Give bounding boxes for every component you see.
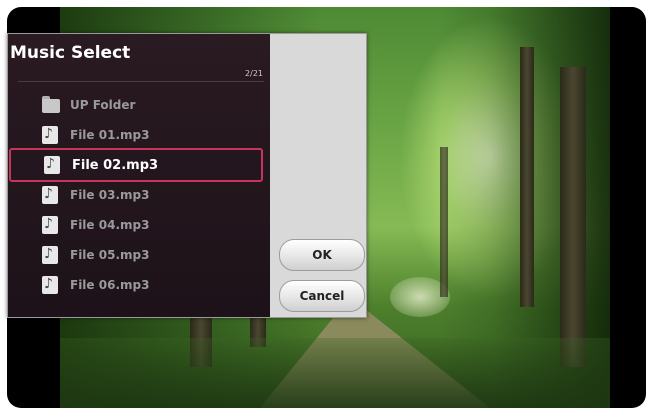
file-list-panel: Music Select 2/21 UP Folder ♪ File 01.mp… [8, 34, 270, 317]
music-file-icon: ♪ [41, 186, 61, 204]
music-file-icon: ♪ [41, 126, 61, 144]
page-indicator: 2/21 [245, 69, 263, 78]
list-item-label: File 02.mp3 [72, 157, 159, 173]
music-file-icon: ♪ [43, 156, 63, 174]
divider [18, 81, 264, 82]
cancel-button[interactable]: Cancel [279, 280, 365, 312]
folder-up-icon [41, 96, 61, 114]
music-select-dialog: Music Select 2/21 UP Folder ♪ File 01.mp… [7, 33, 367, 318]
list-item-label: File 06.mp3 [70, 278, 150, 292]
dialog-title: Music Select [10, 43, 131, 63]
list-item[interactable]: ♪ File 04.mp3 [36, 211, 256, 239]
list-item-label: UP Folder [70, 98, 136, 112]
list-item-label: File 05.mp3 [70, 248, 150, 262]
music-file-icon: ♪ [41, 276, 61, 294]
list-item[interactable]: ♪ File 01.mp3 [36, 121, 256, 149]
ok-button[interactable]: OK [279, 239, 365, 271]
list-item-selected[interactable]: ♪ File 02.mp3 [9, 148, 263, 182]
music-file-icon: ♪ [41, 216, 61, 234]
music-file-icon: ♪ [41, 246, 61, 264]
list-item-label: File 03.mp3 [70, 188, 150, 202]
list-item-up-folder[interactable]: UP Folder [36, 91, 256, 119]
list-item-label: File 04.mp3 [70, 218, 150, 232]
list-item-label: File 01.mp3 [70, 128, 150, 142]
list-item[interactable]: ♪ File 05.mp3 [36, 241, 256, 269]
list-item[interactable]: ♪ File 03.mp3 [36, 181, 256, 209]
list-item[interactable]: ♪ File 06.mp3 [36, 271, 256, 299]
